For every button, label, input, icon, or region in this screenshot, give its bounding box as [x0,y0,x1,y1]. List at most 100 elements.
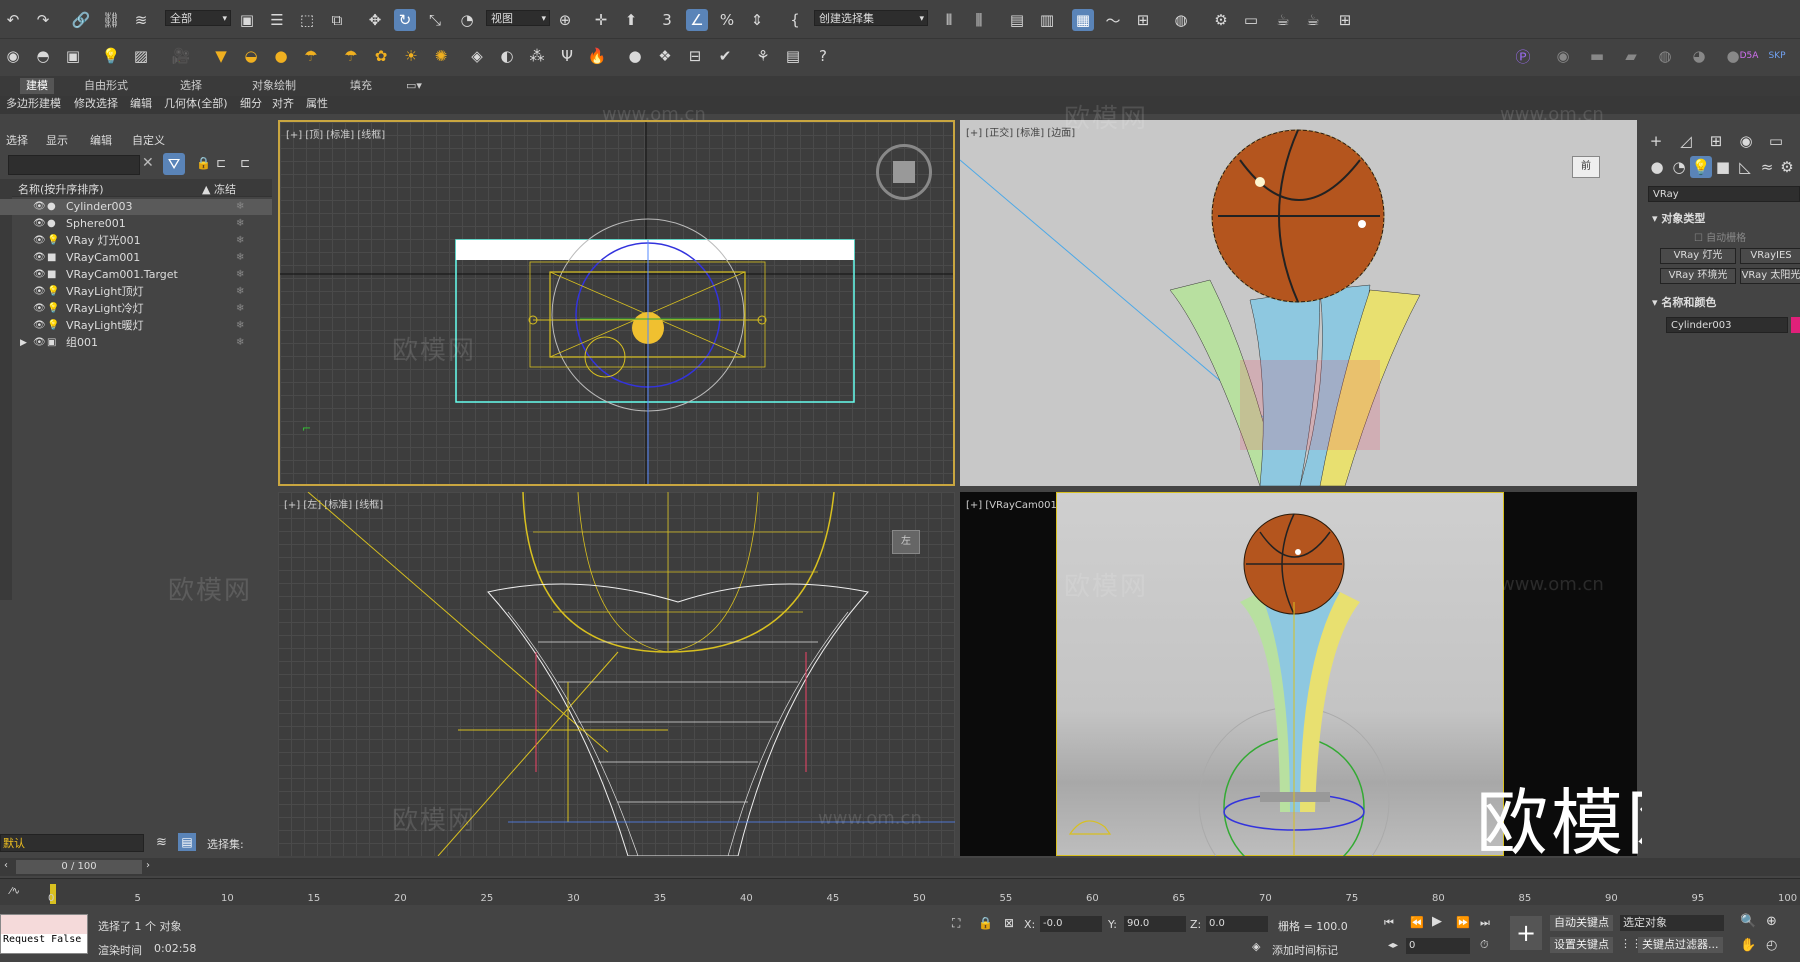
pivot-icon[interactable]: ⊕ [554,9,576,31]
vray-sun-icon[interactable]: ☀ [400,45,422,67]
angle-snap-icon[interactable]: ∠ [686,9,708,31]
vray-proxy-icon[interactable]: ◈ [466,45,488,67]
unlink-icon[interactable]: ⛓ [100,9,122,31]
visibility-icon[interactable]: 👁 [33,284,46,300]
render-frame-icon[interactable]: ▭ [1240,9,1262,31]
keyboard-shortcut-icon[interactable]: ⬆ [620,9,642,31]
vray-fur-icon[interactable]: Ψ [556,45,578,67]
create-tab-icon[interactable]: + [1645,130,1667,152]
move-icon[interactable]: ✥ [364,9,386,31]
go-to-end-icon[interactable]: ⏭ [1480,916,1490,930]
curve-editor-icon[interactable]: 〜 [1102,9,1124,31]
redo-icon[interactable]: ↷ [32,9,54,31]
vray-ambient-light-button[interactable]: VRay 环境光 [1660,268,1736,284]
rollout-name-color[interactable]: ▾ 名称和颜色 [1652,294,1716,310]
selection-lock-icon[interactable]: 🔒 [978,916,993,930]
vray-plane-light-icon[interactable]: ▼ [210,45,232,67]
maxscript-listener[interactable]: Request False [0,914,88,954]
render-icon[interactable]: ☕ [1272,9,1294,31]
cameras-icon[interactable]: ■ [1712,156,1734,178]
vray-render-icon[interactable]: ◉ [2,45,24,67]
visibility-icon[interactable]: 👁 [33,335,46,351]
select-object-icon[interactable]: ▣ [236,9,258,31]
mirror-icon[interactable]: ⫴ [938,9,960,31]
key-mode-icon[interactable]: ◂▸ [1388,940,1398,951]
explorer-menu-customize[interactable]: 自定义 [132,132,165,148]
plugin-icon-6[interactable]: ◕ [1688,45,1710,67]
isolate-icon[interactable]: ⛶ [952,916,960,931]
explorer-search-input[interactable] [8,155,140,175]
place-icon[interactable]: ◔ [456,9,478,31]
hierarchy-tab-icon[interactable]: ⊞ [1705,130,1727,152]
ref-coord-dropdown[interactable]: 视图 [486,10,550,27]
next-key-icon[interactable]: ⏩ [1456,916,1470,929]
rollout-object-type[interactable]: ▾ 对象类型 [1652,210,1705,226]
list-item[interactable]: ▶ 👁 ▣ 组001 ❄ [0,335,272,351]
display-tab-icon[interactable]: ▭ [1765,130,1787,152]
sub-edit[interactable]: 编辑 [130,96,152,112]
y-field[interactable]: 90.0 [1124,916,1186,932]
sub-modify-selection[interactable]: 修改选择 [74,96,118,112]
scene-explorer-icon[interactable]: ▤ [1006,9,1028,31]
add-time-tag[interactable]: 添加时间标记 [1272,942,1338,958]
sub-geometry[interactable]: 几何体(全部) [164,96,228,112]
systems-icon[interactable]: ⚙ [1776,156,1798,178]
plugin-icon-3[interactable]: ▬ [1586,45,1608,67]
vray-sphere-icon[interactable]: ● [624,45,646,67]
snap-3d-icon[interactable]: 3 [656,9,678,31]
absolute-mode-icon[interactable]: ⊠ [1004,916,1014,930]
layer-explorer-toggle-icon[interactable]: ▤ [178,833,196,851]
motion-tab-icon[interactable]: ◉ [1735,130,1757,152]
lock-icon[interactable]: 🔒 [196,156,211,170]
rotate-icon[interactable]: ↻ [394,9,416,31]
vray-ies-icon[interactable]: ☂ [300,45,322,67]
ribbon-toggle-icon[interactable]: ▦ [1072,9,1094,31]
visibility-icon[interactable]: 👁 [33,318,46,334]
pan-icon[interactable]: ✋ [1740,938,1756,953]
object-color-swatch[interactable] [1791,317,1800,333]
add-time-tag-icon[interactable]: ◈ [1252,940,1260,953]
list-item[interactable]: 👁 💡 VRayLight顶灯 ❄ [0,284,272,300]
tab-selection[interactable]: 选择 [174,78,208,94]
viewcube-front-icon[interactable]: 前 [1572,156,1600,178]
sub-align[interactable]: 对齐 [272,96,294,112]
vfb-icon[interactable]: ▣ [62,45,84,67]
freeze-icon[interactable]: ❄ [236,335,244,351]
vray-sky-icon[interactable]: ✺ [430,45,452,67]
viewport-left[interactable]: [+] [左] [标准] [线框] 左 [278,492,955,856]
plugin-d5a-icon[interactable]: D5A [1738,45,1760,67]
freeze-icon[interactable]: ❄ [236,199,244,215]
plugin-p-icon[interactable]: Ⓟ [1512,45,1534,67]
plugin-icon-2[interactable]: ◉ [1552,45,1574,67]
renderer-category-dropdown[interactable]: VRay [1648,186,1800,202]
time-config-icon[interactable]: ⏱ [1480,938,1489,952]
render-setup-icon[interactable]: ⚙ [1210,9,1232,31]
rect-selection-icon[interactable]: ⬚ [296,9,318,31]
viewport-front[interactable]: [+] [正交] [标准] [边面] 前 [960,120,1637,486]
prev-frame-icon[interactable]: ‹ [4,860,8,871]
freeze-icon[interactable]: ❄ [236,233,244,249]
vray-plane-icon[interactable]: ◐ [496,45,518,67]
key-filters-button[interactable]: 关键点过滤器... [1638,937,1723,953]
plugin-icon-4[interactable]: ▰ [1620,45,1642,67]
sub-properties[interactable]: 属性 [306,96,328,112]
schematic-view-icon[interactable]: ⊞ [1132,9,1154,31]
list-item[interactable]: 👁 ■ VRayCam001 ❄ [0,250,272,266]
vray-ies-button[interactable]: VRayIES [1740,248,1800,264]
layer-explorer-icon[interactable]: ▥ [1036,9,1058,31]
list-item[interactable]: 👁 ● Cylinder003 ❄ [0,199,272,215]
vray-ambient-light-icon[interactable]: ✿ [370,45,392,67]
set-key-button[interactable]: 设置关键点 [1550,937,1613,953]
explorer-menu-select[interactable]: 选择 [6,132,28,148]
x-field[interactable]: -0.0 [1040,916,1102,932]
viewcube-icon[interactable] [876,144,932,200]
lights-icon[interactable]: 💡 [1690,156,1712,178]
tab-populate[interactable]: 填充 [344,78,378,94]
geometry-icon[interactable]: ● [1646,156,1668,178]
modify-tab-icon[interactable]: ◿ [1675,130,1697,152]
helpers-icon[interactable]: ◺ [1734,156,1756,178]
sub-subdivide[interactable]: 细分 [240,96,262,112]
set-key-big-icon[interactable]: + [1510,916,1542,950]
align-icon[interactable]: ⫼ [968,9,990,31]
visibility-icon[interactable]: 👁 [33,199,46,215]
